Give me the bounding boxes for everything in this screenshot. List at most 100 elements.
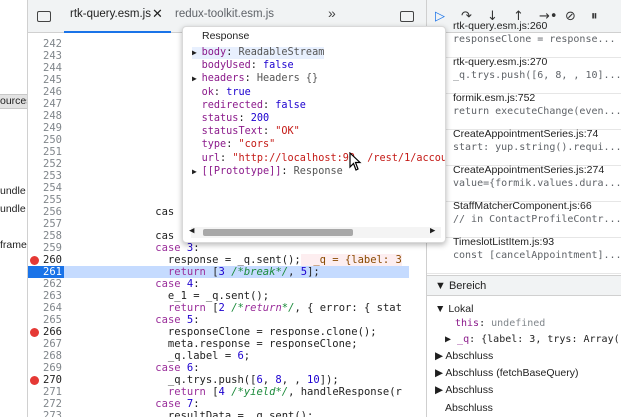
- closure-row[interactable]: ▶ Abschluss: [435, 384, 493, 396]
- source-item[interactable]: undle: [0, 203, 26, 215]
- line-number[interactable]: 255: [28, 194, 64, 206]
- scope-q-row[interactable]: ▶ _q: {label: 3, trys: Array(...: [445, 334, 621, 345]
- line-number[interactable]: 248: [28, 110, 64, 122]
- line-number[interactable]: 257: [28, 218, 64, 230]
- code-line[interactable]: meta.response = responseClone;: [130, 338, 358, 350]
- closure-row[interactable]: ▶ Abschluss (fetchBaseQuery): [435, 367, 578, 379]
- code-line[interactable]: case 4:: [130, 278, 199, 290]
- toggle-navigator-icon[interactable]: [37, 11, 51, 22]
- call-frame-location: formik.esm.js:752: [453, 92, 536, 104]
- line-number[interactable]: 254: [28, 182, 64, 194]
- call-frame[interactable]: rtk-query.esm.js:270 _q.trys.push([6, 8, …: [427, 56, 621, 94]
- call-frame[interactable]: TimeslotListItem.js:93 const [cancelAppoi…: [427, 236, 621, 274]
- code-line[interactable]: response = _q.sent(); _q = {label: 3: [130, 254, 402, 266]
- scope-this-row[interactable]: this: undefined: [455, 318, 545, 329]
- line-number[interactable]: 272: [28, 398, 64, 410]
- line-number[interactable]: 260: [28, 254, 64, 266]
- line-number[interactable]: 261: [28, 266, 64, 278]
- line-number[interactable]: 270: [28, 374, 64, 386]
- closure-row[interactable]: ▶ Abschluss: [435, 350, 493, 362]
- line-number[interactable]: 250: [28, 134, 64, 146]
- popup-scroll-thumb[interactable]: [203, 229, 353, 236]
- scope-local-label: Lokal: [448, 303, 474, 315]
- scroll-left-icon[interactable]: ◀: [189, 226, 194, 236]
- tab-redux-toolkit[interactable]: redux-toolkit.esm.js: [175, 8, 274, 20]
- line-number[interactable]: 271: [28, 386, 64, 398]
- popup-property-row[interactable]: statusText: "OK": [192, 126, 300, 138]
- line-number[interactable]: 268: [28, 350, 64, 362]
- code-line[interactable]: case 6:: [130, 362, 199, 374]
- popup-property-row[interactable]: redirected: false: [192, 100, 306, 112]
- source-item[interactable]: undle: [0, 185, 26, 197]
- closure-label: Abschluss: [445, 350, 494, 362]
- line-number[interactable]: 246: [28, 86, 64, 98]
- call-frame[interactable]: CreateAppointmentSeries.js:74 start: yup.…: [427, 128, 621, 166]
- code-line[interactable]: cas: [130, 206, 174, 218]
- code-line[interactable]: responseClone = response.clone();: [130, 326, 377, 338]
- line-number[interactable]: 265: [28, 314, 64, 326]
- line-number[interactable]: 264: [28, 302, 64, 314]
- more-tabs-icon[interactable]: »: [328, 5, 336, 21]
- call-frame[interactable]: CreateAppointmentSeries.js:274 value={for…: [427, 164, 621, 202]
- source-item[interactable]: frame: [0, 239, 27, 251]
- line-number[interactable]: 259: [28, 242, 64, 254]
- code-line[interactable]: e_1 = _q.sent();: [130, 290, 269, 302]
- line-number[interactable]: 247: [28, 98, 64, 110]
- expand-arrow-icon[interactable]: ▶: [192, 167, 202, 176]
- popup-horizontal-scrollbar[interactable]: [191, 227, 441, 238]
- source-item[interactable]: ources: [0, 95, 27, 107]
- line-number[interactable]: 256: [28, 206, 64, 218]
- line-number[interactable]: 242: [28, 38, 64, 50]
- line-number[interactable]: 263: [28, 290, 64, 302]
- popup-property-row[interactable]: ok: true: [192, 87, 251, 99]
- code-line[interactable]: resultData = _q.sent();: [130, 410, 313, 417]
- scroll-right-icon[interactable]: ▶: [430, 226, 435, 236]
- line-number[interactable]: 267: [28, 338, 64, 350]
- popup-property-value: false: [263, 60, 294, 72]
- popup-property-key: headers: [201, 73, 245, 85]
- code-line[interactable]: case 5:: [130, 314, 199, 326]
- toggle-debugger-icon[interactable]: [400, 11, 414, 22]
- line-number[interactable]: 251: [28, 146, 64, 158]
- popup-property-row[interactable]: status: 200: [192, 113, 270, 125]
- line-number[interactable]: 273: [28, 410, 64, 417]
- popup-property-value: "http://localhost:99 /rest/1/accour: [232, 152, 446, 164]
- close-tab-icon[interactable]: ✕: [152, 6, 163, 22]
- scope-header[interactable]: ▼ Bereich: [427, 275, 621, 296]
- code-line[interactable]: case 7:: [130, 398, 199, 410]
- line-number[interactable]: 258: [28, 230, 64, 242]
- line-number[interactable]: 244: [28, 62, 64, 74]
- line-number[interactable]: 243: [28, 50, 64, 62]
- code-line[interactable]: cas: [130, 230, 174, 242]
- code-line[interactable]: return [3 /*break*/, 5];: [130, 266, 320, 278]
- code-line[interactable]: case 3:: [130, 242, 199, 254]
- closure-row[interactable]: Abschluss: [445, 402, 493, 414]
- line-number[interactable]: 245: [28, 74, 64, 86]
- line-number[interactable]: 269: [28, 362, 64, 374]
- call-frame[interactable]: StaffMatcherComponent.js:66 // in Contact…: [427, 200, 621, 238]
- popup-property-value: Headers {}: [256, 73, 319, 85]
- expand-arrow-icon[interactable]: ▶: [192, 74, 202, 83]
- popup-property-row[interactable]: ▶ body: ReadableStream: [192, 47, 325, 59]
- code-line[interactable]: return [2 /*return*/, { error: { stat: [130, 302, 402, 314]
- code-line[interactable]: _q.label = 6;: [130, 350, 250, 362]
- call-frame[interactable]: rtk-query.esm.js:260 responseClone = resp…: [427, 20, 621, 58]
- code-line[interactable]: return [4 /*yield*/, handleResponse(r: [130, 386, 402, 398]
- call-frame[interactable]: formik.esm.js:752 return executeChange(ev…: [427, 92, 621, 130]
- popup-property-row[interactable]: bodyUsed: false: [192, 60, 294, 72]
- popup-property-row[interactable]: ▶ headers: Headers {}: [192, 73, 318, 85]
- tab-rtk-query[interactable]: rtk-query.esm.js: [70, 8, 151, 20]
- line-number[interactable]: 249: [28, 122, 64, 134]
- popup-property-row[interactable]: url: "http://localhost:99 /rest/1/accour: [192, 152, 446, 165]
- line-number[interactable]: 253: [28, 170, 64, 182]
- expand-arrow-icon[interactable]: ▶: [192, 48, 202, 57]
- closure-label: Abschluss: [445, 402, 493, 414]
- line-number[interactable]: 252: [28, 158, 64, 170]
- line-number[interactable]: 262: [28, 278, 64, 290]
- popup-property-row[interactable]: ▶ [[Prototype]]: Response: [192, 166, 343, 178]
- scope-local[interactable]: ▼ Lokal: [435, 303, 473, 315]
- popup-property-row[interactable]: type: "cors": [192, 139, 276, 151]
- code-line[interactable]: _q.trys.push([6, 8, , 10]);: [130, 374, 339, 386]
- popup-property-value: ReadableStream: [238, 47, 325, 58]
- line-number[interactable]: 266: [28, 326, 64, 338]
